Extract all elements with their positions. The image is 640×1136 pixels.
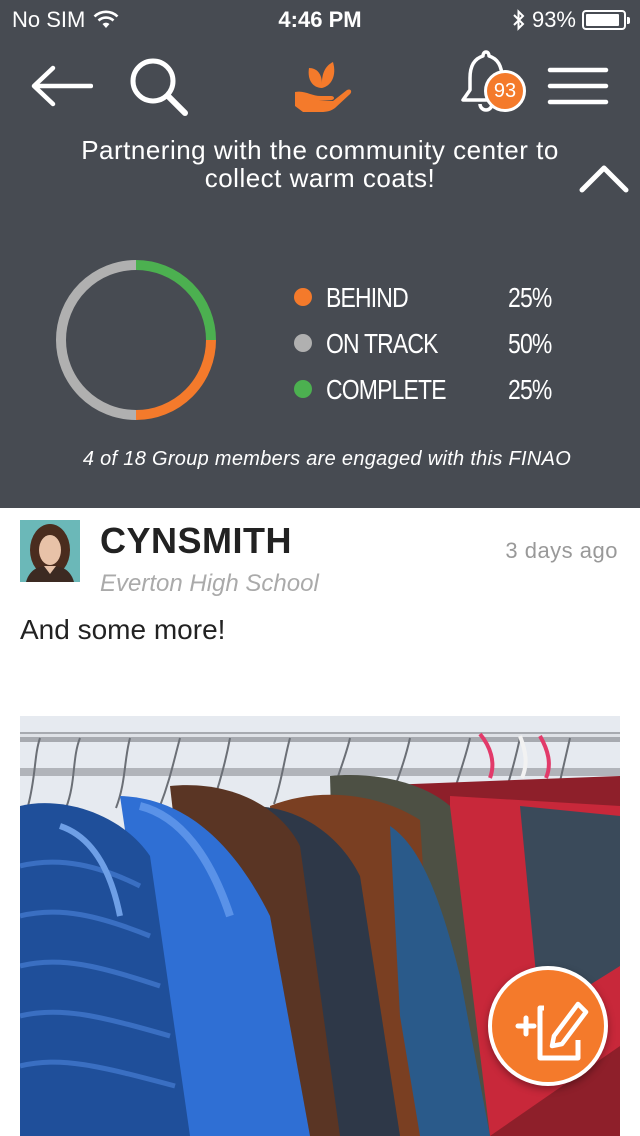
legend-value-behind: 25% bbox=[508, 282, 552, 313]
engaged-members-note: 4 of 18 Group members are engaged with t… bbox=[82, 448, 572, 470]
chevron-up-icon bbox=[579, 165, 629, 193]
legend-label-behind: BEHIND bbox=[326, 282, 409, 313]
donut-segment-behind bbox=[135, 339, 216, 420]
legend-row-on-track: ON TRACK 50% bbox=[292, 322, 592, 368]
legend-label-complete: COMPLETE bbox=[326, 374, 447, 405]
donut-segment-complete bbox=[135, 260, 216, 341]
new-post-button[interactable] bbox=[488, 966, 608, 1086]
battery-percent: 93% bbox=[531, 7, 576, 32]
arrow-left-icon bbox=[31, 65, 93, 107]
post-timestamp: 3 days ago bbox=[505, 538, 618, 563]
legend-row-behind: BEHIND 25% bbox=[292, 276, 592, 322]
search-icon bbox=[130, 58, 188, 116]
goal-title: Partnering with the community center to … bbox=[81, 135, 559, 193]
legend-dot-behind bbox=[294, 288, 312, 306]
legend-value-complete: 25% bbox=[508, 374, 552, 405]
back-button[interactable] bbox=[26, 56, 96, 116]
post-username[interactable]: CYNSMITH bbox=[100, 520, 292, 562]
bluetooth-icon bbox=[513, 9, 525, 31]
status-bar: No SIM 4:46 PM 93% bbox=[0, 0, 640, 40]
notifications-button[interactable]: 93 bbox=[454, 48, 526, 120]
battery-level bbox=[586, 14, 620, 26]
user-photo-icon bbox=[20, 520, 80, 582]
add-post-edit-icon bbox=[515, 1001, 589, 1061]
notification-count-badge: 93 bbox=[484, 70, 526, 112]
post-text: And some more! bbox=[20, 614, 226, 645]
collapse-button[interactable] bbox=[578, 158, 630, 198]
search-button[interactable] bbox=[124, 52, 194, 122]
avatar[interactable] bbox=[20, 520, 80, 582]
post-school: Everton High School bbox=[100, 570, 319, 597]
hamburger-menu-icon bbox=[547, 67, 609, 105]
top-nav: 93 bbox=[0, 48, 640, 128]
hand-with-sprout-logo bbox=[295, 62, 352, 112]
menu-button[interactable] bbox=[544, 60, 612, 112]
donut-segment-on-track bbox=[56, 260, 137, 420]
status-right: 93% bbox=[512, 7, 630, 33]
legend-dot-complete bbox=[294, 380, 312, 398]
app-logo[interactable] bbox=[290, 54, 354, 114]
legend-label-on-track: ON TRACK bbox=[326, 328, 438, 359]
goal-header: No SIM 4:46 PM 93% 93 Partnering with th… bbox=[0, 0, 640, 508]
progress-legend: BEHIND 25% ON TRACK 50% COMPLETE 25% bbox=[292, 276, 592, 414]
legend-value-on-track: 50% bbox=[508, 328, 552, 359]
progress-donut-chart bbox=[56, 260, 216, 420]
battery-icon bbox=[582, 10, 630, 30]
legend-dot-on-track bbox=[294, 334, 312, 352]
legend-row-complete: COMPLETE 25% bbox=[292, 368, 592, 414]
